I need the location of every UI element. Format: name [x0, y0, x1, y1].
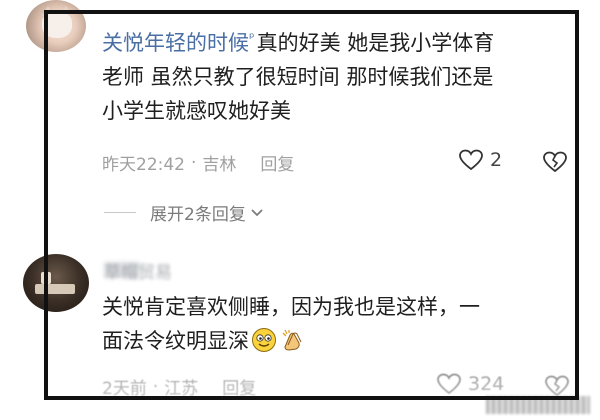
comment-text-line: 关悦肯定喜欢侧睡，因为我也是这样，一	[102, 295, 480, 319]
divider-line	[104, 212, 136, 213]
reply-button[interactable]: 回复	[260, 150, 294, 175]
comment-meta: 昨天22:42 · 吉林 回复	[102, 150, 294, 176]
like-button[interactable]: 2	[458, 148, 502, 172]
broken-heart-icon[interactable]	[542, 150, 568, 174]
chevron-down-icon	[251, 208, 263, 216]
comment-location: 吉林	[202, 155, 237, 175]
clapping-hands-emoji	[282, 329, 302, 351]
comment-text-line: 老师 虽然只教了很短时间 那时候我们还是	[102, 65, 494, 89]
username-link[interactable]: 关悦年轻的时候	[102, 31, 249, 55]
like-button[interactable]: 324	[436, 372, 504, 396]
comment-text-line: 面法令纹明显深	[102, 329, 249, 353]
heart-icon	[437, 373, 461, 395]
like-count: 324	[468, 373, 505, 395]
broken-heart-icon[interactable]	[544, 374, 570, 398]
like-count: 2	[490, 149, 503, 171]
comment-text-line: 真的好美 她是我小学体育	[256, 31, 495, 55]
comment-body: 关悦肯定喜欢侧睡，因为我也是这样，一 面法令纹明显深	[102, 290, 572, 358]
meta-separator: ·	[191, 152, 197, 173]
comment-text-line: 小学生就感叹她好美	[102, 99, 291, 123]
commenter-avatar[interactable]	[26, 0, 86, 52]
expand-replies-button[interactable]: 展开2条回复	[104, 200, 264, 225]
commenter-avatar[interactable]	[23, 254, 89, 312]
comment-time: 2天前	[102, 379, 147, 399]
comment-time: 昨天22:42	[102, 155, 185, 175]
comment-location: 江苏	[164, 379, 199, 399]
comment-meta: 2天前 · 江苏 回复	[102, 374, 256, 400]
smiling-face-emoji	[252, 328, 276, 352]
reply-button[interactable]: 回复	[222, 374, 256, 399]
comment-screenshot: 关悦年轻的时候ᵖ真的好美 她是我小学体育 老师 虽然只教了很短时间 那时候我们还…	[0, 0, 600, 420]
expand-replies-label: 展开2条回复	[150, 205, 246, 225]
heart-icon	[459, 149, 483, 171]
username-blurred[interactable]: 草帽贸易	[104, 258, 172, 283]
search-small-icon: ᵖ	[249, 31, 255, 46]
comment-body: 关悦年轻的时候ᵖ真的好美 她是我小学体育 老师 虽然只教了很短时间 那时候我们还…	[102, 22, 572, 128]
meta-separator: ·	[152, 376, 159, 397]
watermark	[486, 396, 590, 414]
